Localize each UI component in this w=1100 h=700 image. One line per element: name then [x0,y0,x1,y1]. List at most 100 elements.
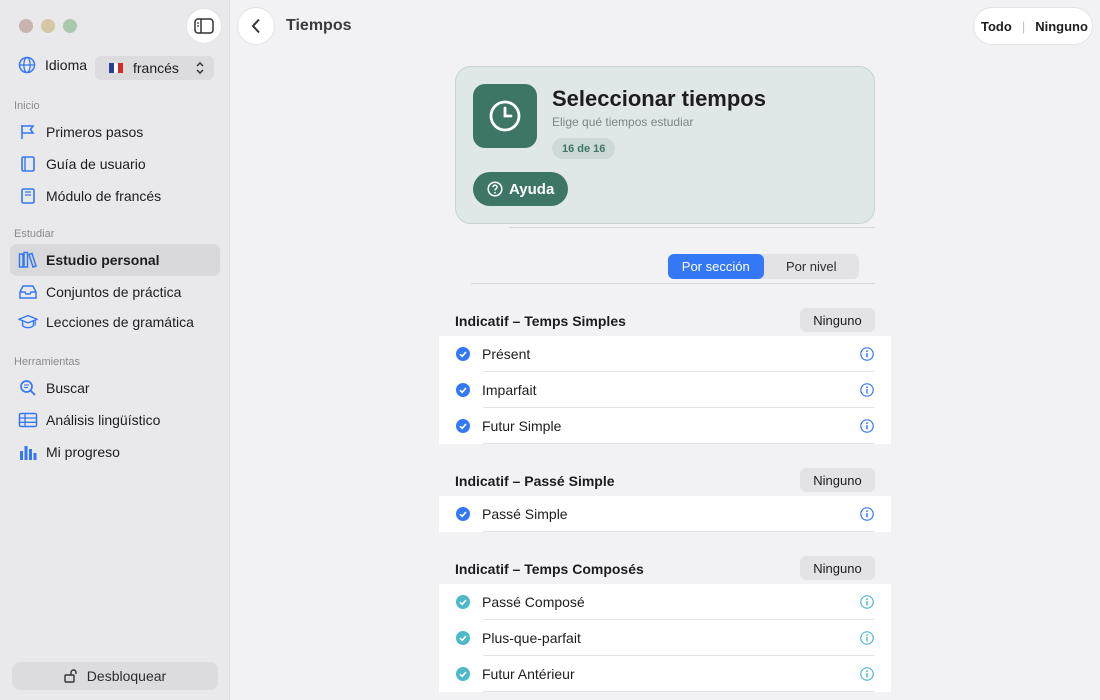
question-circle-icon [487,181,503,197]
tense-label: Futur Antérieur [482,666,575,682]
module-book-icon [18,186,38,206]
list-item[interactable]: Futur Antérieur [439,656,891,692]
info-icon[interactable] [860,595,874,609]
select-none-button[interactable]: Ninguno [1035,19,1088,34]
info-icon[interactable] [860,419,874,433]
group-title: Indicatif – Temps Composés [455,561,644,577]
minimize-window-button[interactable] [41,19,55,33]
view-mode-segmented-control: Por sección Por nivel [668,254,859,279]
language-label: Idioma [45,57,88,73]
search-icon [18,378,38,398]
clock-icon [473,84,537,148]
chevron-updown-icon [196,61,204,75]
help-label: Ayuda [509,180,555,198]
checkmark-circle-icon[interactable] [456,595,470,609]
checkmark-circle-icon[interactable] [456,347,470,361]
card-subtitle: Elige qué tiempos estudiar [552,115,694,129]
info-icon[interactable] [860,667,874,681]
tense-list: Présent Imparfait Futur Simple [439,336,891,444]
sidebar-item-label: Conjuntos de práctica [46,284,182,300]
sidebar-item-label: Estudio personal [46,252,160,268]
language-select[interactable]: francés [95,56,214,80]
sidebar-item-mi-progreso[interactable]: Mi progreso [10,436,220,468]
book-icon [18,154,38,174]
tray-icon [18,282,38,302]
sidebar-item-label: Módulo de francés [46,188,162,204]
group-none-button[interactable]: Ninguno [800,468,875,492]
tab-por-seccion[interactable]: Por sección [668,254,764,279]
checkmark-circle-icon[interactable] [456,419,470,433]
list-item[interactable]: Futur Simple [439,408,891,444]
list-item[interactable]: Plus-que-parfait [439,620,891,656]
tab-por-nivel[interactable]: Por nivel [764,254,860,279]
info-icon[interactable] [860,507,874,521]
zoom-window-button[interactable] [63,19,77,33]
tense-list: Passé Composé Plus-que-parfait Futur Ant… [439,584,891,692]
globe-icon [18,56,36,74]
tense-label: Plus-que-parfait [482,630,581,646]
group-none-button[interactable]: Ninguno [800,556,875,580]
language-row: Idioma [18,56,87,74]
sidebar-toggle-icon [194,18,214,34]
checkmark-circle-icon[interactable] [456,383,470,397]
language-value: francés [133,60,179,76]
checkmark-circle-icon[interactable] [456,667,470,681]
selection-actions: Todo | Ninguno [973,7,1093,45]
tense-label: Imparfait [482,382,537,398]
sidebar-item-estudio-personal[interactable]: Estudio personal [10,244,220,276]
group-none-button[interactable]: Ninguno [800,308,875,332]
sidebar-toggle-button[interactable] [186,8,222,44]
chevron-left-icon [251,18,260,34]
graduation-cap-icon [18,312,38,332]
sidebar-item-label: Lecciones de gramática [46,314,194,330]
table-icon [18,410,38,430]
sidebar-item-guia-usuario[interactable]: Guía de usuario [10,148,220,180]
checkmark-circle-icon[interactable] [456,507,470,521]
help-button[interactable]: Ayuda [473,172,568,206]
tense-label: Futur Simple [482,418,562,434]
sidebar-item-primeros-pasos[interactable]: Primeros pasos [10,116,220,148]
back-button[interactable] [237,7,275,45]
separator: | [1021,18,1026,34]
sidebar-item-label: Mi progreso [46,444,120,460]
info-icon[interactable] [860,631,874,645]
sidebar-item-conjuntos-practica[interactable]: Conjuntos de práctica [10,276,220,308]
count-badge: 16 de 16 [552,138,616,159]
flag-icon [18,122,38,142]
divider [509,227,875,228]
info-icon[interactable] [860,383,874,397]
close-window-button[interactable] [19,19,33,33]
sidebar-item-modulo-frances[interactable]: Módulo de francés [10,180,220,212]
sidebar-item-label: Análisis lingüístico [46,412,161,428]
unlock-label: Desbloquear [86,668,167,684]
list-item[interactable]: Passé Simple [439,496,891,532]
checkmark-circle-icon[interactable] [456,631,470,645]
list-item[interactable]: Présent [439,336,891,372]
sidebar-item-label: Primeros pasos [46,124,144,140]
tense-label: Passé Simple [482,506,568,522]
card-title: Seleccionar tiempos [552,86,766,111]
group-title: Indicatif – Temps Simples [455,313,626,329]
unlock-icon [64,669,77,683]
tense-label: Présent [482,346,531,362]
group-title: Indicatif – Passé Simple [455,473,615,489]
sidebar-item-label: Buscar [46,380,90,396]
france-flag-icon [109,63,124,73]
select-tenses-card: Seleccionar tiempos Elige qué tiempos es… [455,66,875,224]
unlock-button[interactable]: Desbloquear [12,662,218,690]
section-header-inicio: Inicio [14,100,40,112]
sidebar-item-lecciones-gramatica[interactable]: Lecciones de gramática [10,306,220,338]
bar-chart-icon [18,442,38,462]
page-title: Tiempos [286,17,352,34]
list-item[interactable]: Imparfait [439,372,891,408]
info-icon[interactable] [860,347,874,361]
section-header-estudiar: Estudiar [14,228,55,240]
tense-list: Passé Simple [439,496,891,532]
sidebar-item-buscar[interactable]: Buscar [10,372,220,404]
tense-label: Passé Composé [482,594,585,610]
books-icon [18,250,38,270]
divider [471,283,875,284]
sidebar-item-analisis-linguistico[interactable]: Análisis lingüístico [10,404,220,436]
select-all-button[interactable]: Todo [981,19,1012,34]
list-item[interactable]: Passé Composé [439,584,891,620]
